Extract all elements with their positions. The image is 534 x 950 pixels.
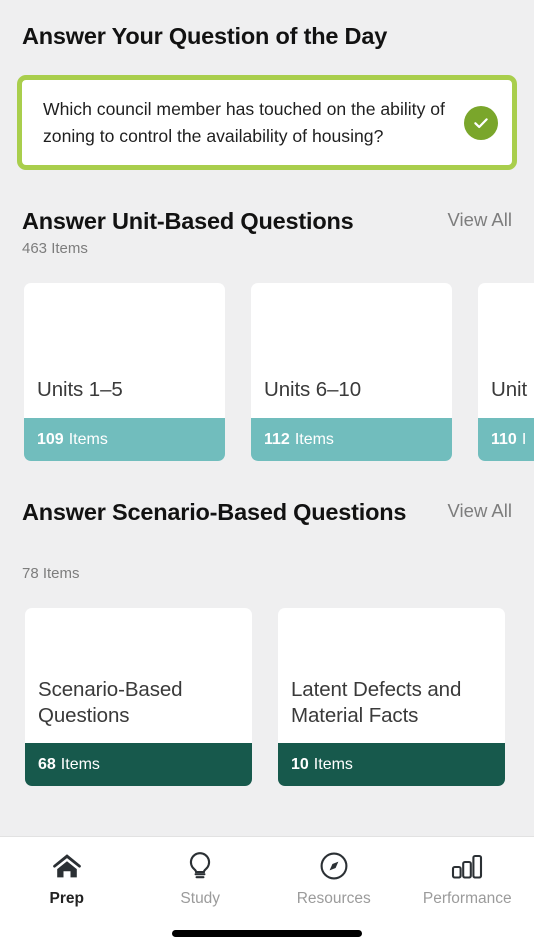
unit-card-count: 109	[37, 430, 64, 448]
unit-based-title: Answer Unit-Based Questions	[22, 208, 354, 234]
unit-card[interactable]: Unit 110 I	[478, 283, 534, 461]
tab-resources-label: Resources	[296, 890, 371, 907]
unit-card-body: Units 1–5	[24, 283, 225, 418]
tab-prep[interactable]: Prep	[0, 849, 134, 908]
unit-card-footer: 112 Items	[251, 418, 452, 461]
home-indicator[interactable]	[172, 930, 362, 937]
scenario-card-count-unit: Items	[313, 755, 353, 773]
tab-performance-label: Performance	[422, 890, 512, 907]
scenario-card-title: Scenario-Based Questions	[38, 677, 183, 728]
scenario-card[interactable]: Scenario-Based Questions 68 Items	[25, 608, 252, 786]
scenario-card-title: Latent Defects and Material Facts	[291, 677, 462, 728]
scenario-card-body: Scenario-Based Questions	[25, 608, 252, 743]
question-of-the-day-card[interactable]: Which council member has touched on the …	[17, 75, 517, 170]
unit-card-title: Unit	[491, 378, 528, 402]
unit-based-view-all-link[interactable]: View All	[448, 205, 512, 231]
unit-card-body: Units 6–10	[251, 283, 452, 418]
question-of-the-day-text: Which council member has touched on the …	[43, 98, 445, 146]
unit-card-title: Units 1–5	[37, 378, 123, 402]
scenario-card-count: 10	[291, 755, 309, 773]
unit-card-footer: 109 Items	[24, 418, 225, 461]
unit-card-title: Units 6–10	[264, 378, 362, 402]
scenario-card-count-unit: Items	[60, 755, 100, 773]
unit-based-card-rail[interactable]: Units 1–5 109 Items Units 6–10 112 Items	[0, 283, 534, 461]
tab-study-label: Study	[180, 890, 221, 907]
unit-card-count-unit: I	[521, 430, 527, 448]
unit-card-footer: 110 I	[478, 418, 534, 461]
unit-card-count-unit: Items	[294, 430, 334, 448]
scenario-based-title: Answer Scenario-Based Questions	[22, 499, 407, 525]
scenario-based-subtitle: 78 Items	[22, 565, 80, 582]
unit-card-body: Unit	[478, 283, 534, 418]
scenario-card[interactable]: Latent Defects and Material Facts 10 Ite…	[278, 608, 505, 786]
scenario-based-view-all-link[interactable]: View All	[448, 496, 512, 522]
unit-card-count: 112	[264, 430, 290, 448]
bar-chart-icon	[450, 849, 484, 883]
unit-based-subtitle: 463 Items	[22, 240, 88, 257]
home-icon	[52, 849, 82, 883]
unit-card-count-unit: Items	[68, 430, 108, 448]
scenario-card-body: Latent Defects and Material Facts	[278, 608, 505, 743]
app-screen: Answer Your Question of the Day Which co…	[0, 0, 534, 950]
scenario-card-count: 68	[38, 755, 56, 773]
tab-performance[interactable]: Performance	[401, 849, 534, 908]
unit-card-count: 110	[491, 430, 517, 448]
lightbulb-icon	[186, 849, 214, 883]
scenario-based-card-rail[interactable]: Scenario-Based Questions 68 Items Latent…	[0, 608, 534, 786]
question-of-the-day-title: Answer Your Question of the Day	[22, 23, 388, 49]
scrollable-content[interactable]: Answer Your Question of the Day Which co…	[0, 0, 534, 836]
tab-study[interactable]: Study	[134, 849, 268, 908]
scenario-card-footer: 10 Items	[278, 743, 505, 786]
check-circle-icon	[464, 105, 498, 140]
unit-card[interactable]: Units 6–10 112 Items	[251, 283, 452, 461]
unit-based-section-header: Answer Unit-Based Questions View All	[0, 205, 534, 238]
tab-resources[interactable]: Resources	[267, 849, 401, 908]
scenario-card-footer: 68 Items	[25, 743, 252, 786]
compass-icon	[319, 849, 349, 883]
tab-prep-label: Prep	[49, 890, 84, 907]
unit-card[interactable]: Units 1–5 109 Items	[24, 283, 225, 461]
scenario-based-section-header: Answer Scenario-Based Questions View All	[0, 496, 534, 529]
